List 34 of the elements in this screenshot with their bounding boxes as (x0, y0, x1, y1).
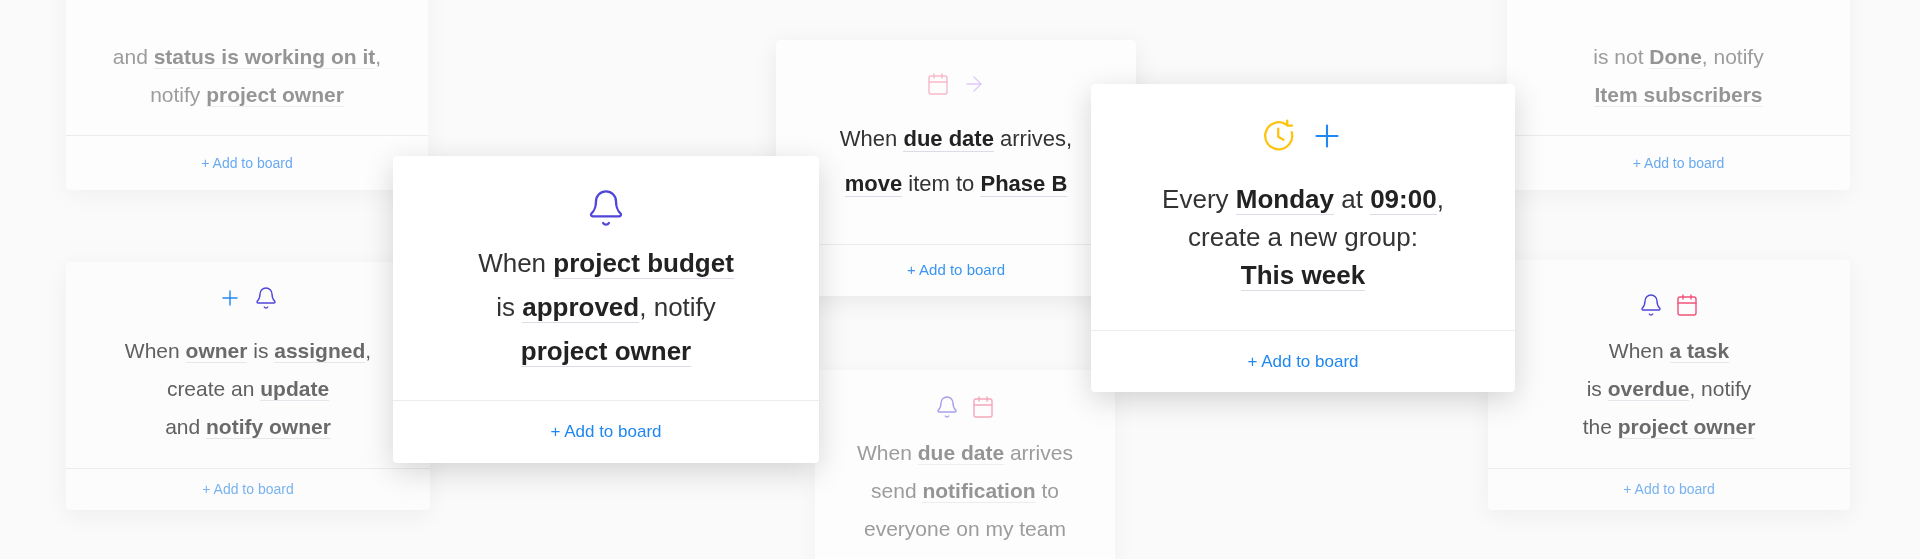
rule-text: and notify owner (165, 414, 331, 441)
rule-text: everyone on my team (864, 516, 1066, 542)
rule-text: When a task (1608, 338, 1730, 365)
rule-text: When due date arrives, (839, 125, 1073, 154)
rule-text: When owner is assigned, (124, 338, 372, 365)
rule-text: is not Done, notify (1593, 44, 1764, 71)
rule-text: the project owner (1582, 414, 1756, 441)
add-to-board-link[interactable]: + Add to board (1632, 152, 1725, 174)
add-to-board-link[interactable]: + Add to board (550, 419, 662, 445)
rule-text: send notification to (871, 478, 1059, 505)
bell-icon (1639, 293, 1663, 317)
add-to-board-link[interactable]: + Add to board (201, 152, 293, 174)
add-to-board-link[interactable]: + Add to board (1247, 348, 1359, 375)
rule-text: create a new group: (1188, 221, 1418, 254)
add-to-board-link[interactable]: + Add to board (1623, 479, 1715, 500)
rule-text: notify project owner (150, 82, 344, 109)
rule-text: is approved, notify (496, 291, 716, 325)
bell-icon (935, 395, 959, 419)
add-to-board-link[interactable]: + Add to board (907, 259, 1005, 282)
rule-text: and status is working on it, (112, 44, 382, 71)
calendar-icon (926, 72, 950, 96)
rule-text: project owner (520, 335, 692, 369)
calendar-icon (1675, 293, 1699, 317)
rule-text: move item to Phase B (844, 170, 1068, 199)
rule-text: is overdue, notify (1586, 376, 1752, 403)
rule-text: Every Monday at 09:00, (1162, 183, 1444, 217)
rule-text: create an update (166, 376, 330, 403)
rule-text: When project budget (478, 247, 734, 281)
rule-text: Item subscribers (1594, 82, 1763, 109)
rule-text: When due date arrives (857, 440, 1073, 467)
add-to-board-link[interactable]: + Add to board (202, 479, 294, 500)
bell-icon (254, 286, 278, 310)
rule-text: This week (1240, 259, 1366, 293)
calendar-icon (971, 395, 995, 419)
